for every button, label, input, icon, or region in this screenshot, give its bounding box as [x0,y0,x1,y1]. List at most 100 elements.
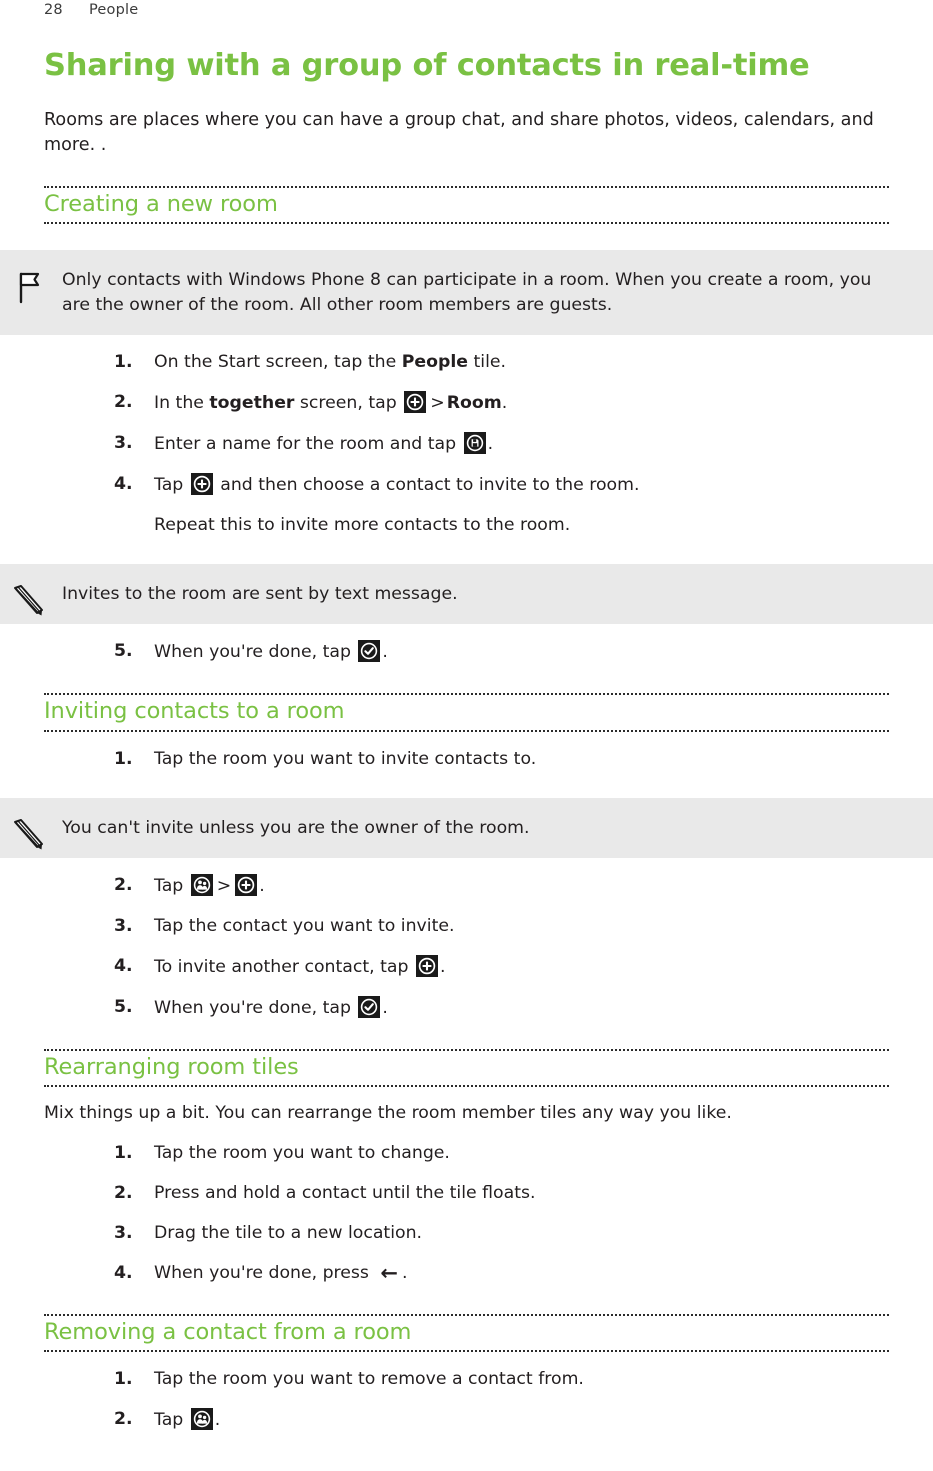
list-item-number: 5. [114,641,133,662]
chapter-name: People [89,2,139,18]
list-item: 2. Tap >. [44,874,889,899]
plus-icon [190,473,213,496]
section-heading-creating-a-new-room: Creating a new room [44,185,889,225]
step-text-pre: Tap [154,876,189,897]
list-item-number: 5. [114,997,133,1017]
step-text-post: tile. [468,352,507,373]
section-heading-rearranging-room-tiles: Rearranging room tiles [44,1048,889,1088]
intro-paragraph: Rooms are places where you can have a gr… [44,109,874,155]
check-icon [358,996,381,1018]
step-text-bold: together [209,393,295,414]
list-item-number: 2. [114,1408,133,1429]
list-item: 3. Drag the tile to a new location. [44,1222,889,1246]
step-text-post: . [501,393,508,414]
list-item-text: When you're done, press ←. [154,1260,408,1285]
steps-list-removing: 1. Tap the room you want to remove a con… [44,1368,889,1433]
list-item-number: 1. [114,1368,133,1389]
step-text-bold: People [401,352,469,373]
list-item: 3. Tap the contact you want to invite. [44,915,889,939]
list-item: 4. When you're done, press ←. [44,1262,889,1286]
list-item-number: 2. [114,875,133,896]
list-item-number: 4. [114,956,133,977]
list-item-text: Enter a name for the room and tap . [154,432,494,455]
list-item-number: 2. [114,392,133,413]
list-item-text: Tap the room you want to invite contacts… [154,748,537,769]
list-item-number: 1. [114,1142,133,1163]
steps-list-creating-room-b: 5. When you're done, tap . [44,640,889,665]
list-item-text: Tap and then choose a contact to invite … [154,473,639,496]
list-item-text: When you're done, tap . [154,996,388,1018]
step-text-pre: Enter a name for the room and tap [154,434,462,455]
list-item-number: 4. [114,1262,133,1283]
list-item: 4. To invite another contact, tap . [44,955,889,980]
step-text-mid: screen, tap [294,393,403,414]
list-item-number: 1. [114,748,133,769]
steps-list-creating-room-a: 1. On the Start screen, tap the People t… [44,351,889,537]
tip-callout-text: You can't invite unless you are the owne… [62,817,530,838]
list-item: 5. When you're done, tap . [44,640,889,665]
plus-icon [404,391,427,414]
list-item-text: On the Start screen, tap the People tile… [154,352,506,372]
section-lead-paragraph: Mix things up a bit. You can rearrange t… [44,1103,732,1124]
section-heading-label: Removing a contact from a room [44,1318,412,1345]
tip-callout-text: Invites to the room are sent by text mes… [62,583,458,604]
steps-list-inviting-b: 2. Tap >. 3. Tap the contact you want to… [44,874,889,1021]
list-item: 1. Tap the room you want to change. [44,1142,889,1166]
list-item: 1. Tap the room you want to remove a con… [44,1368,889,1392]
note-callout-room-owner: Only contacts with Windows Phone 8 can p… [0,250,933,336]
list-item: 2. Tap . [44,1407,889,1433]
step-text-post: . [487,434,494,455]
list-item: 5. When you're done, tap . [44,996,889,1021]
step-separator: > [430,393,445,414]
step-text-pre: In the [154,393,210,414]
step-text-pre: When you're done, press [154,1262,375,1283]
pencil-icon [8,580,50,622]
step-text-post: . [402,1262,408,1283]
list-item-text: Tap the contact you want to invite. [154,916,455,937]
running-header: 28 People [0,0,933,26]
list-item: 4. Tap and then choose a contact to invi… [44,473,889,538]
step-text-post: . [439,957,446,978]
list-item-number: 3. [114,433,133,454]
list-item-text: Tap the room you want to change. [154,1142,450,1163]
flag-icon [8,266,50,308]
back-arrow-icon: ← [380,1260,399,1285]
section-heading-label: Rearranging room tiles [44,1053,299,1080]
list-item-number: 4. [114,474,133,495]
document-page: 28 People Sharing with a group of contac… [0,0,933,1471]
list-item: 3. Enter a name for the room and tap . [44,432,889,457]
list-item-number: 3. [114,1222,133,1243]
list-item-number: 2. [114,1182,133,1203]
step-text-pre: Tap [154,1409,189,1430]
list-item-text: Tap >. [154,874,265,897]
people-icon [190,1407,213,1430]
step-text-pre: On the Start screen, tap the [154,352,402,373]
note-callout-text: Only contacts with Windows Phone 8 can p… [62,270,872,315]
tip-callout-invites: Invites to the room are sent by text mes… [0,563,933,625]
step-text-pre: Tap [154,475,189,496]
section-heading-inviting-contacts: Inviting contacts to a room [44,693,889,732]
section-heading-label: Creating a new room [44,190,278,217]
step-text-pre: When you're done, tap [154,642,357,663]
list-item-text: When you're done, tap . [154,640,388,663]
step-text-pre: To invite another contact, tap [154,957,414,978]
plus-icon [415,955,438,978]
step-text-post: . [214,1409,221,1430]
step-text-post: . [382,998,388,1018]
page-title: Sharing with a group of contacts in real… [44,48,810,83]
list-item: 2. In the together screen, tap > Room. [44,391,889,416]
steps-list-inviting-a: 1. Tap the room you want to invite conta… [44,748,889,772]
save-icon [463,432,486,455]
list-item-text: In the together screen, tap > Room. [154,391,508,414]
list-item-text: To invite another contact, tap . [154,955,446,978]
list-item: 2. Press and hold a contact until the ti… [44,1182,889,1206]
step-text-post: . [382,642,388,663]
pencil-icon [8,814,50,856]
people-icon [190,874,213,897]
list-item-text: Press and hold a contact until the tile … [154,1182,536,1203]
page-content: Sharing with a group of contacts in real… [0,48,933,1433]
list-item-text: Drag the tile to a new location. [154,1222,423,1243]
list-item-text: Tap . [154,1407,221,1430]
section-heading-label: Inviting contacts to a room [44,698,345,725]
list-item: 1. Tap the room you want to invite conta… [44,748,889,772]
